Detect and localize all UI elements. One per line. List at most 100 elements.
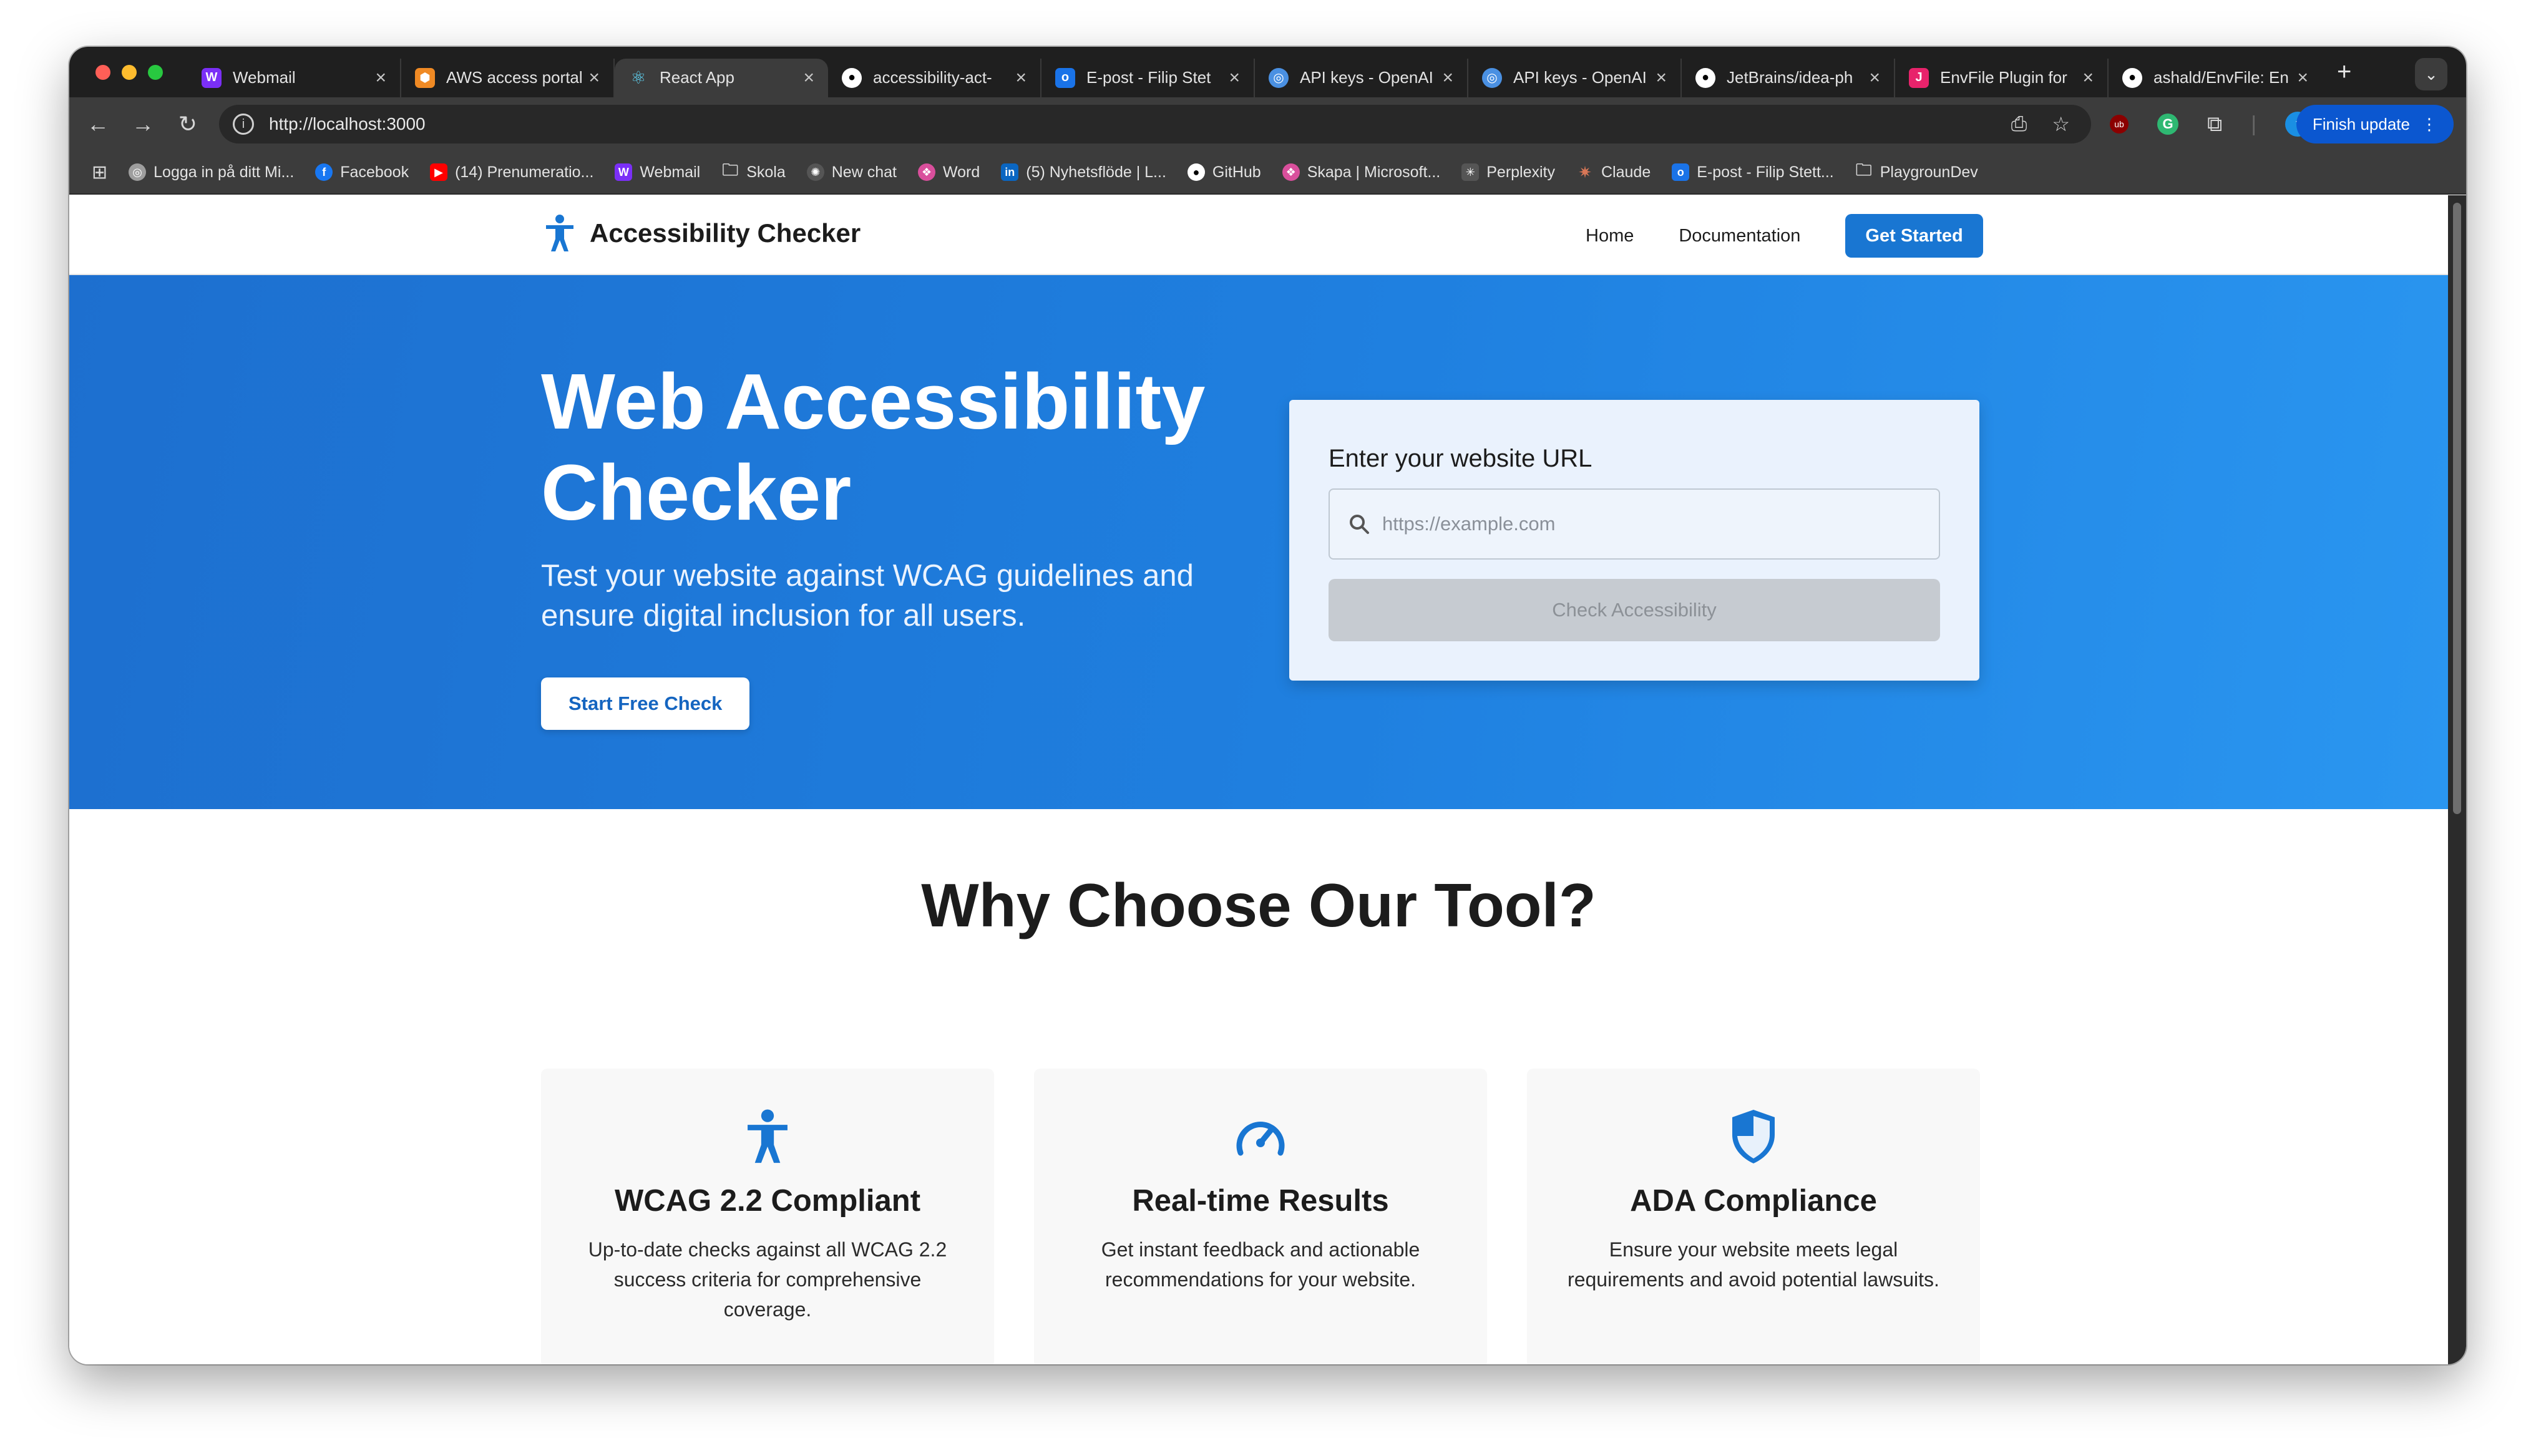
bookmark-item[interactable]: ❖ Word xyxy=(917,163,980,182)
toolbar-divider: | xyxy=(2251,112,2257,136)
finish-update-button[interactable]: Finish update ⋮ xyxy=(2296,105,2454,143)
word-icon: ❖ xyxy=(917,163,935,181)
tab[interactable]: J EnvFile Plugin for × xyxy=(1895,58,2109,97)
feature-text: Up-to-date checks against all WCAG 2.2 s… xyxy=(588,1238,947,1321)
github-icon: ● xyxy=(2122,67,2142,88)
bookmark-item[interactable]: ● GitHub xyxy=(1187,163,1261,182)
nav-home-link[interactable]: Home xyxy=(1586,226,1634,246)
close-icon[interactable]: × xyxy=(1869,67,1880,89)
close-icon[interactable]: × xyxy=(375,67,386,89)
grammarly-icon[interactable]: G xyxy=(2157,114,2178,135)
tab[interactable]: ● ashald/EnvFile: En × xyxy=(2109,59,2322,97)
apps-grid-icon[interactable]: ⊞ xyxy=(92,162,107,183)
linkedin-icon: in xyxy=(1001,163,1019,181)
bookmark-item[interactable]: ✳ Perplexity xyxy=(1461,163,1555,182)
react-icon: ⚛ xyxy=(630,68,646,87)
tab[interactable]: W Webmail × xyxy=(188,58,401,97)
bookmark-item[interactable]: ▶ (14) Prenumeratio... xyxy=(430,163,593,182)
tab[interactable]: ◎ API keys - OpenAI × xyxy=(1255,58,1468,97)
bookmark-item[interactable]: W Webmail xyxy=(615,163,700,182)
close-icon[interactable]: × xyxy=(2082,67,2094,89)
more-vertical-icon[interactable]: ⋮ xyxy=(2421,115,2437,134)
check-accessibility-button[interactable]: Check Accessibility xyxy=(1329,579,1940,641)
close-icon[interactable]: × xyxy=(1656,67,1667,89)
bookmark-label: Word xyxy=(942,163,980,181)
nav-documentation-link[interactable]: Documentation xyxy=(1679,226,1800,246)
close-icon[interactable]: × xyxy=(588,67,600,89)
bookmark-item[interactable]: ✷ Claude xyxy=(1576,163,1651,182)
ublock-icon[interactable]: ub xyxy=(2110,115,2129,133)
close-icon[interactable]: × xyxy=(803,67,814,89)
site-info-icon[interactable]: i xyxy=(233,114,254,135)
tab[interactable]: o E-post - Filip Stet × xyxy=(1041,58,1255,97)
back-arrow-icon[interactable]: ← xyxy=(76,111,120,137)
webmail-icon: W xyxy=(615,163,633,181)
bookmark-label: Skola xyxy=(746,163,786,181)
url-input[interactable]: https://example.com xyxy=(1329,488,1940,560)
bookmark-folder[interactable]: 🗀 PlaygrounDev xyxy=(1855,160,1978,182)
extensions-puzzle-icon[interactable]: ⧉ xyxy=(2207,112,2222,137)
bookmark-label: (14) Prenumeratio... xyxy=(455,163,594,181)
tab-search-chevron-icon[interactable]: ⌄ xyxy=(2415,58,2447,90)
get-started-button[interactable]: Get Started xyxy=(1845,214,1983,258)
bookmark-item[interactable]: in (5) Nyhetsflöde | L... xyxy=(1001,163,1166,182)
tab[interactable]: ⬢ AWS access portal × xyxy=(401,58,615,97)
address-bar-actions: ⎙ ☆ xyxy=(2011,105,2070,143)
brand[interactable]: Accessibility Checker xyxy=(544,214,861,253)
globe-icon: ◎ xyxy=(129,163,147,181)
bookmark-label: PlaygrounDev xyxy=(1880,163,1978,181)
accessibility-icon xyxy=(546,215,573,251)
bookmark-item[interactable]: ✺ New chat xyxy=(806,163,897,182)
github-icon: ● xyxy=(1187,163,1205,181)
close-window-button[interactable] xyxy=(95,64,110,80)
zoom-window-button[interactable] xyxy=(148,64,163,80)
tab[interactable]: ◎ API keys - OpenAI × xyxy=(1468,58,1682,97)
globe-icon: ◎ xyxy=(1482,67,1502,88)
bookmark-item[interactable]: f Facebook xyxy=(315,163,409,182)
window-controls xyxy=(95,64,163,80)
github-icon: ● xyxy=(1695,67,1715,88)
url-input-placeholder: https://example.com xyxy=(1382,513,1556,535)
scrollbar-thumb[interactable] xyxy=(2453,203,2461,814)
bookmark-label: (5) Nyhetsflöde | L... xyxy=(1026,163,1166,181)
tab-strip: W Webmail × ⬢ AWS access portal × ⚛ React App… xyxy=(69,47,2466,97)
tab[interactable]: ● JetBrains/idea-ph × xyxy=(1682,58,1895,97)
tab-title: EnvFile Plugin for xyxy=(1940,68,2067,87)
bookmark-item[interactable]: ◎ Logga in på ditt Mi... xyxy=(129,163,294,182)
bookmark-star-icon[interactable]: ☆ xyxy=(2052,112,2070,136)
shield-icon xyxy=(1732,1110,1775,1163)
install-app-icon[interactable]: ⎙ xyxy=(2011,112,2027,136)
feature-title: ADA Compliance xyxy=(1630,1184,1877,1218)
forward-arrow-icon[interactable]: → xyxy=(120,111,165,137)
bookmark-item[interactable]: ❖ Skapa | Microsoft... xyxy=(1282,163,1441,182)
address-url[interactable]: http://localhost:3000 xyxy=(269,114,426,134)
hero-subtitle: Test your website against WCAG guideline… xyxy=(541,559,1194,633)
tab-active[interactable]: ⚛ React App × xyxy=(615,58,828,97)
minimize-window-button[interactable] xyxy=(122,64,137,80)
site-navbar: Accessibility Checker Home Documentation… xyxy=(69,195,2448,275)
close-icon[interactable]: × xyxy=(2297,67,2308,89)
feature-card: WCAG 2.2 Compliant Up-to-date checks aga… xyxy=(541,1069,994,1364)
reload-icon[interactable]: ↻ xyxy=(165,111,210,137)
facebook-icon: f xyxy=(315,163,333,181)
start-free-check-button[interactable]: Start Free Check xyxy=(541,677,750,730)
claude-icon: ✷ xyxy=(1578,162,1592,182)
tab-title: AWS access portal xyxy=(446,68,583,87)
tab[interactable]: ● accessibility-act- × xyxy=(828,58,1041,97)
jetbrains-icon: J xyxy=(1909,67,1929,88)
bookmarks-bar: ⊞ ◎ Logga in på ditt Mi... f Facebook ▶ (14… xyxy=(69,151,2466,195)
new-tab-plus-icon[interactable]: + xyxy=(2337,58,2351,86)
bookmark-item[interactable]: o E-post - Filip Stett... xyxy=(1672,163,1834,182)
bookmark-label: GitHub xyxy=(1212,163,1261,181)
close-icon[interactable]: × xyxy=(1442,67,1453,89)
bookmark-folder[interactable]: 🗀 Skola xyxy=(721,160,786,182)
site-nav: Home Documentation Get Started xyxy=(1586,214,1983,258)
address-bar[interactable]: i http://localhost:3000 ⎙ ☆ xyxy=(219,105,2091,143)
close-icon[interactable]: × xyxy=(1015,67,1027,89)
bookmark-label: Skapa | Microsoft... xyxy=(1307,163,1441,181)
close-icon[interactable]: × xyxy=(1229,67,1240,89)
finish-update-label: Finish update xyxy=(2312,114,2410,133)
globe-icon: ◎ xyxy=(1269,67,1289,88)
page-scrollbar[interactable] xyxy=(2448,195,2466,1364)
tab-title: JetBrains/idea-ph xyxy=(1727,68,1853,87)
